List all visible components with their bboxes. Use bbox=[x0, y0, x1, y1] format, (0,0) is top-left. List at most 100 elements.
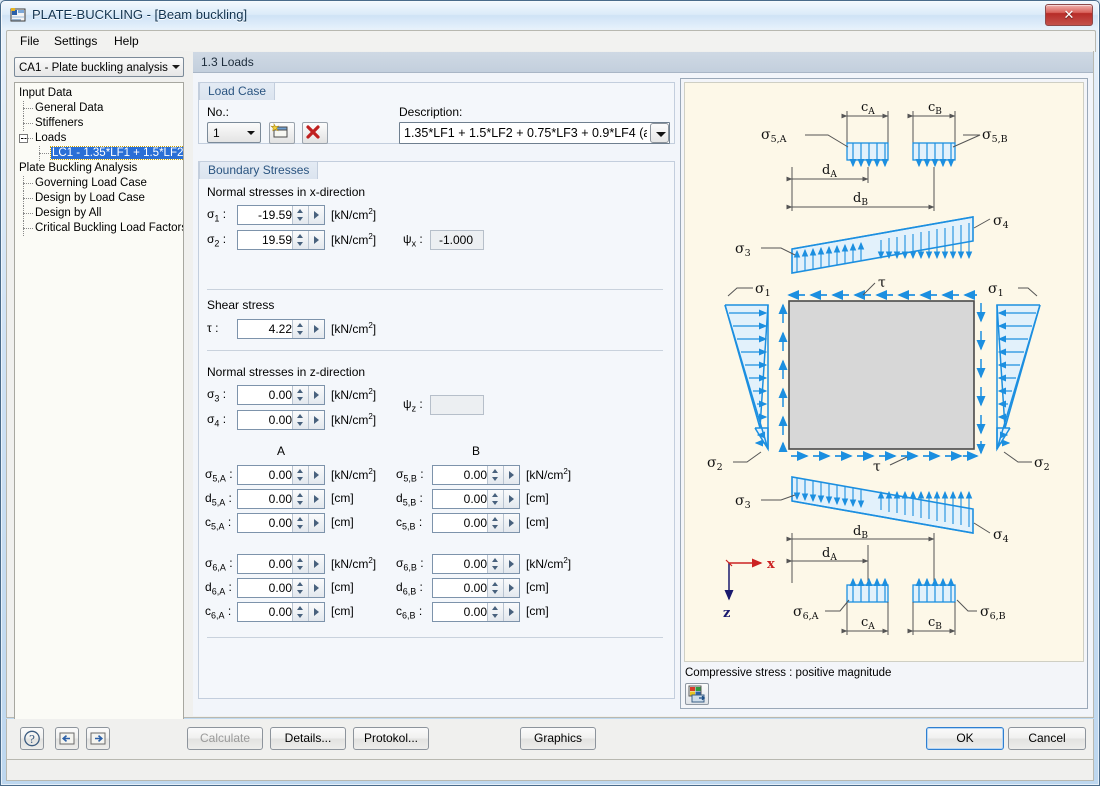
application-window: PLATE-BUCKLING - [Beam buckling] ✕ File … bbox=[0, 0, 1100, 786]
help-button[interactable]: ? bbox=[20, 727, 44, 750]
c5B-label: c5,B : bbox=[396, 515, 423, 532]
sigma2-input[interactable]: 19.59 bbox=[237, 230, 325, 250]
menu-item-file[interactable]: File bbox=[13, 33, 46, 50]
menu-item-help[interactable]: Help bbox=[107, 33, 146, 50]
chevron-down-icon[interactable] bbox=[650, 123, 669, 143]
next-button[interactable] bbox=[86, 727, 110, 750]
d5A-input[interactable]: 0.00 bbox=[237, 489, 325, 509]
sigma1-picker-button[interactable] bbox=[308, 206, 324, 224]
c5A-picker-button[interactable] bbox=[308, 514, 324, 532]
calculate-button[interactable]: Calculate bbox=[187, 727, 263, 750]
d5B-picker-button[interactable] bbox=[503, 490, 519, 508]
d6A-spinner[interactable] bbox=[292, 579, 308, 597]
d6B-spinner[interactable] bbox=[487, 579, 503, 597]
svg-text:σ5,A: σ5,A bbox=[761, 127, 787, 145]
analysis-case-combo[interactable]: CA1 - Plate buckling analysis bbox=[14, 57, 184, 77]
sigma6B-spinner[interactable] bbox=[487, 555, 503, 573]
d6A-input[interactable]: 0.00 bbox=[237, 578, 325, 598]
svg-text:σ5,B: σ5,B bbox=[982, 127, 1008, 145]
d6B-input[interactable]: 0.00 bbox=[432, 578, 520, 598]
tree-item-critical-buckling-load-factors[interactable]: Critical Buckling Load Factors bbox=[15, 221, 183, 236]
tree-item-governing-load-case[interactable]: Governing Load Case bbox=[15, 176, 183, 191]
tree-item-design-by-all[interactable]: Design by All bbox=[15, 206, 183, 221]
c5B-input[interactable]: 0.00 bbox=[432, 513, 520, 533]
c5B-value: 0.00 bbox=[463, 516, 487, 530]
tau-spinner[interactable] bbox=[292, 320, 308, 338]
tree-item-design-by-load-case[interactable]: Design by Load Case bbox=[15, 191, 183, 206]
tree-item-plate-buckling-analysis[interactable]: Plate Buckling Analysis bbox=[15, 161, 183, 176]
stress-diagram-svg: cA cB σ5,A σ5,B dA dB σ3 σ4 τ τ σ1 σ2 σ1… bbox=[707, 100, 1050, 635]
sigma6A-unit: [kN/cm2] bbox=[331, 556, 377, 571]
sigma6B-picker-button[interactable] bbox=[503, 555, 519, 573]
form-area: Load Case No.: 1 Description: 1.35*LF1 +… bbox=[193, 73, 1093, 716]
sigma6A-picker-button[interactable] bbox=[308, 555, 324, 573]
sigma1-spinner[interactable] bbox=[292, 206, 308, 224]
psi-x-label: ψx : bbox=[403, 232, 423, 249]
tree-item-lc1[interactable]: LC1 - 1.35*LF1 + 1.5*LF2 + bbox=[15, 146, 183, 161]
sigma3-picker-button[interactable] bbox=[308, 386, 324, 404]
tree-item-label: General Data bbox=[35, 102, 104, 114]
d5B-spinner[interactable] bbox=[487, 490, 503, 508]
c5B-spinner[interactable] bbox=[487, 514, 503, 532]
c6B-spinner[interactable] bbox=[487, 603, 503, 621]
cancel-button[interactable]: Cancel bbox=[1008, 727, 1086, 750]
sigma5A-picker-button[interactable] bbox=[308, 466, 324, 484]
c5B-picker-button[interactable] bbox=[503, 514, 519, 532]
d6B-picker-button[interactable] bbox=[503, 579, 519, 597]
c5A-spinner[interactable] bbox=[292, 514, 308, 532]
d6A-picker-button[interactable] bbox=[308, 579, 324, 597]
details-button[interactable]: Details... bbox=[270, 727, 346, 750]
protokol-button[interactable]: Protokol... bbox=[353, 727, 429, 750]
graphics-button[interactable]: Graphics bbox=[520, 727, 596, 750]
c6B-picker-button[interactable] bbox=[503, 603, 519, 621]
d5A-picker-button[interactable] bbox=[308, 490, 324, 508]
diagram-panel: cA cB σ5,A σ5,B dA dB σ3 σ4 τ τ σ1 σ2 σ1… bbox=[680, 78, 1088, 709]
sigma5A-label: σ5,A : bbox=[205, 467, 233, 484]
c6A-spinner[interactable] bbox=[292, 603, 308, 621]
application-icon bbox=[10, 8, 26, 22]
new-load-case-button[interactable] bbox=[269, 122, 295, 144]
sigma4-spinner[interactable] bbox=[292, 411, 308, 429]
sigma6A-input[interactable]: 0.00 bbox=[237, 554, 325, 574]
c5A-input[interactable]: 0.00 bbox=[237, 513, 325, 533]
sigma3-label: σ3 : bbox=[207, 387, 227, 404]
diagram-settings-button[interactable] bbox=[685, 683, 709, 705]
tree-item-general-data[interactable]: General Data bbox=[15, 101, 183, 116]
close-button[interactable]: ✕ bbox=[1045, 4, 1093, 26]
sigma3-spinner[interactable] bbox=[292, 386, 308, 404]
svg-text:σ3: σ3 bbox=[735, 241, 751, 259]
sigma3-input[interactable]: 0.00 bbox=[237, 385, 325, 405]
tree-item-loads[interactable]: Loads bbox=[15, 131, 183, 146]
sigma5B-input[interactable]: 0.00 bbox=[432, 465, 520, 485]
tree-item-input-data[interactable]: Input Data bbox=[15, 86, 183, 101]
sigma2-picker-button[interactable] bbox=[308, 231, 324, 249]
sigma4-input[interactable]: 0.00 bbox=[237, 410, 325, 430]
d5B-input[interactable]: 0.00 bbox=[432, 489, 520, 509]
sigma4-label: σ4 : bbox=[207, 412, 227, 429]
sigma4-picker-button[interactable] bbox=[308, 411, 324, 429]
tau-picker-button[interactable] bbox=[308, 320, 324, 338]
tree-item-stiffeners[interactable]: Stiffeners bbox=[15, 116, 183, 131]
previous-button[interactable] bbox=[55, 727, 79, 750]
c6A-picker-button[interactable] bbox=[308, 603, 324, 621]
d5A-spinner[interactable] bbox=[292, 490, 308, 508]
sigma5A-spinner[interactable] bbox=[292, 466, 308, 484]
delete-load-case-button[interactable] bbox=[302, 122, 328, 144]
ok-button[interactable]: OK bbox=[926, 727, 1004, 750]
sigma1-input[interactable]: -19.59 bbox=[237, 205, 325, 225]
sigma5B-spinner[interactable] bbox=[487, 466, 503, 484]
sigma5B-picker-button[interactable] bbox=[503, 466, 519, 484]
tree-connector bbox=[23, 213, 33, 215]
sigma6B-input[interactable]: 0.00 bbox=[432, 554, 520, 574]
sigma2-spinner[interactable] bbox=[292, 231, 308, 249]
c6B-input[interactable]: 0.00 bbox=[432, 602, 520, 622]
tau-input[interactable]: 4.22 bbox=[237, 319, 325, 339]
menu-item-settings[interactable]: Settings bbox=[47, 33, 104, 50]
load-case-description-combo[interactable]: 1.35*LF1 + 1.5*LF2 + 0.75*LF3 + 0.9*LF4 … bbox=[399, 122, 670, 144]
c6A-input[interactable]: 0.00 bbox=[237, 602, 325, 622]
load-case-no-combo[interactable]: 1 bbox=[207, 122, 261, 143]
sigma6A-spinner[interactable] bbox=[292, 555, 308, 573]
title-bar: PLATE-BUCKLING - [Beam buckling] ✕ bbox=[2, 2, 1098, 28]
d5A-label: d5,A : bbox=[205, 491, 232, 508]
sigma5A-input[interactable]: 0.00 bbox=[237, 465, 325, 485]
